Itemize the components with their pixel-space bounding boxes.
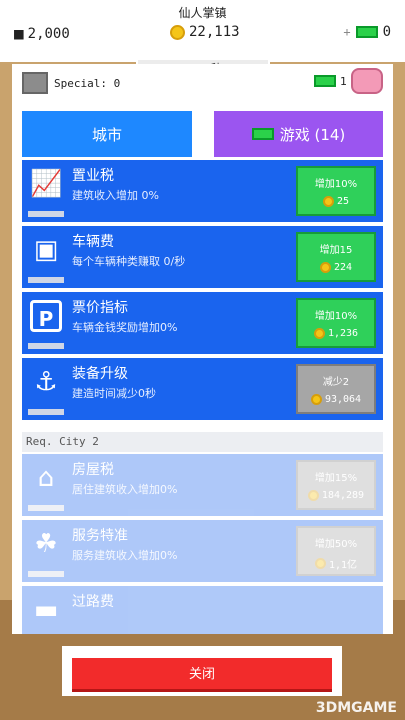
upgrade-price: 1,1亿 <box>328 560 358 571</box>
upgrade-action: 增加50% <box>314 539 358 550</box>
cash-icon <box>251 128 274 140</box>
tab-game-label: 游戏 (14) <box>279 125 346 144</box>
car-icon: ▣ <box>33 235 59 265</box>
upgrade-panel: Special: 0 1 城市 游戏 (14) 📈 置业税 建筑收入增加 0% … <box>12 64 393 634</box>
upgrade-price: 224 <box>333 262 353 273</box>
coins-value: 22,113 <box>189 24 240 40</box>
watermark: 3DMGAME <box>315 700 397 716</box>
upgrade-name: 置业税 <box>72 168 114 184</box>
upgrade-action: 增加10% <box>314 311 358 322</box>
tab-game[interactable]: 游戏 (14) <box>214 111 383 157</box>
upgrade-action: 增加15% <box>314 473 358 484</box>
requirement-label: Req. City 2 <box>22 432 383 452</box>
coins-display: 22,113 <box>170 24 240 40</box>
upgrade-action: 减少2 <box>322 377 350 388</box>
upgrade-name: 房屋税 <box>72 462 114 478</box>
upgrade-desc: 每个车辆种类赚取 0/秒 <box>72 255 186 268</box>
cash-display[interactable]: + 0 <box>343 24 391 40</box>
tab-city[interactable]: 城市 <box>22 111 192 157</box>
house-icon: ⌂ <box>37 463 55 493</box>
tab-city-label: 城市 <box>91 125 122 144</box>
special-counter: Special: 0 <box>22 72 120 94</box>
coin-icon <box>319 262 331 273</box>
tab-bar: 城市 游戏 (14) <box>22 111 383 157</box>
upgrade-card: P 票价指标 车辆金钱奖励增加0% 增加10% 1,236 <box>22 292 383 354</box>
coin-icon <box>322 196 334 207</box>
upgrade-name: 服务特准 <box>72 528 128 544</box>
upgrade-name: 装备升级 <box>72 366 128 382</box>
upgrade-name: 车辆费 <box>72 234 114 250</box>
arch-icon <box>22 72 48 94</box>
close-button[interactable]: 关闭 <box>72 658 332 692</box>
level-bar <box>28 409 64 415</box>
upgrade-desc: 建造时间减少0秒 <box>72 387 156 400</box>
road-icon: ▬ <box>33 595 59 625</box>
upgrade-action: 增加10% <box>314 179 358 190</box>
crane-hook-icon: ⚓ <box>34 367 58 397</box>
upgrade-button[interactable]: 增加10% 25 <box>296 166 376 216</box>
parking-icon: P <box>30 300 62 332</box>
level-bar <box>28 571 64 577</box>
upgrade-desc: 车辆金钱奖励增加0% <box>72 321 178 334</box>
level-bar <box>28 277 64 283</box>
chart-icon: 📈 <box>30 169 63 199</box>
upgrade-button[interactable]: 减少2 93,064 <box>296 364 376 414</box>
coin-icon <box>314 558 326 569</box>
upgrade-card: ▣ 车辆费 每个车辆种类赚取 0/秒 增加15 224 <box>22 226 383 288</box>
level-bar <box>28 211 64 217</box>
cash-icon <box>355 26 378 38</box>
upgrade-button: 增加50% 1,1亿 <box>296 526 376 576</box>
upgrade-name: 过路费 <box>72 594 114 610</box>
person-icon: ■ <box>14 24 24 43</box>
close-area: 关闭 <box>62 646 342 696</box>
locked-card: ☘ 服务特准 服务建筑收入增加0% 增加50% 1,1亿 <box>22 520 383 582</box>
upgrade-button[interactable]: 增加10% 1,236 <box>296 298 376 348</box>
upgrade-name: 票价指标 <box>72 300 128 316</box>
upgrade-button: 增加15% 184,289 <box>296 460 376 510</box>
upgrade-desc: 建筑收入增加 0% <box>72 189 159 202</box>
population-value: 2,000 <box>27 25 70 42</box>
cash-icon <box>314 75 336 87</box>
upgrade-price: 93,064 <box>324 394 362 405</box>
coin-icon <box>307 490 319 501</box>
coin-icon <box>310 394 322 405</box>
upgrade-button[interactable]: 增加15 224 <box>296 232 376 282</box>
upgrade-card: 📈 置业税 建筑收入增加 0% 增加10% 25 <box>22 160 383 222</box>
special-label: Special: 0 <box>54 76 121 90</box>
coin-icon <box>170 24 185 40</box>
coin-icon <box>313 328 325 339</box>
service-icon: ☘ <box>34 529 58 559</box>
piggy-count: 1 <box>340 74 347 88</box>
level-bar <box>28 505 64 511</box>
upgrade-price: 25 <box>336 196 350 207</box>
locked-card: ⌂ 房屋税 居住建筑收入增加0% 增加15% 184,289 <box>22 454 383 516</box>
population-display: ■ 2,000 <box>14 24 70 43</box>
upgrade-card: ⚓ 装备升级 建造时间减少0秒 减少2 93,064 <box>22 358 383 420</box>
piggy-bank-icon <box>351 68 383 94</box>
city-title: 仙人掌镇 <box>178 6 227 20</box>
upgrade-action: 增加15 <box>319 245 353 256</box>
upgrade-price: 184,289 <box>321 490 365 501</box>
level-bar <box>28 343 64 349</box>
cash-value: 0 <box>382 24 391 40</box>
upgrade-desc: 服务建筑收入增加0% <box>72 549 178 562</box>
cash-plus[interactable]: + <box>343 25 350 39</box>
upgrade-price: 1,236 <box>327 328 359 339</box>
piggy-bank[interactable]: 1 <box>314 68 383 94</box>
upgrade-desc: 居住建筑收入增加0% <box>72 483 178 496</box>
locked-card: ▬ 过路费 <box>22 586 383 634</box>
top-hud: 仙人掌镇 ■ 2,000 22,113 + 0 <box>0 0 405 62</box>
